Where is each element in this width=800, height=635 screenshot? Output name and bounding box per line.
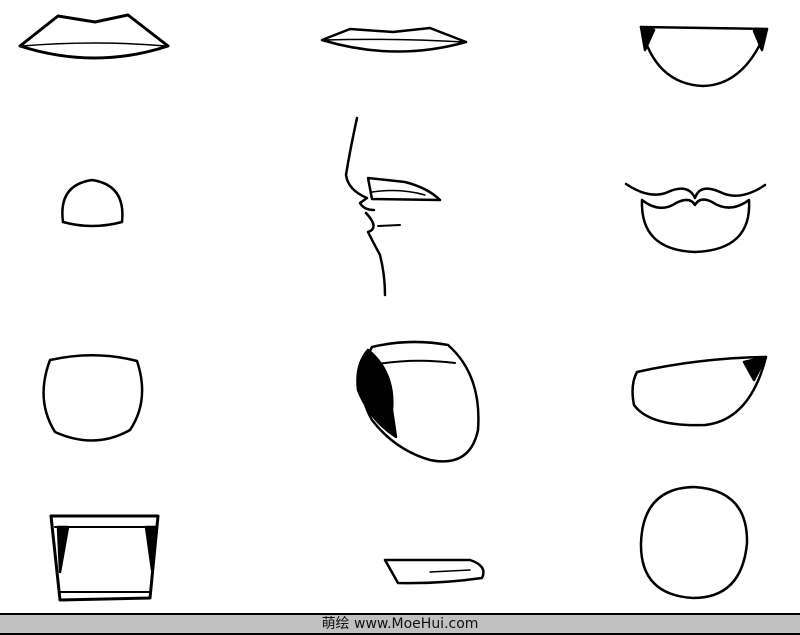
watermark-footer: 萌绘 www.MoeHui.com <box>0 613 800 635</box>
side-small-mouth <box>383 558 485 585</box>
profile-mouth <box>344 116 442 297</box>
closed-lips-thin <box>320 26 468 53</box>
watermark-caption: 萌绘 www.MoeHui.com <box>321 616 479 632</box>
open-mouth-wide <box>639 25 769 88</box>
tilted-open-mouth <box>356 340 480 463</box>
rectangular-open-mouth <box>49 514 160 602</box>
mouth-drawings-sheet: 萌绘 www.MoeHui.com <box>0 0 800 635</box>
small-round-mouth <box>61 178 124 228</box>
grin-mouth <box>631 355 768 427</box>
circle-open-mouth <box>639 485 749 600</box>
smiling-open-mouth <box>624 182 767 254</box>
closed-lips-wide <box>18 13 170 60</box>
mouth-drawings <box>18 13 769 602</box>
round-open-mouth <box>42 354 144 442</box>
